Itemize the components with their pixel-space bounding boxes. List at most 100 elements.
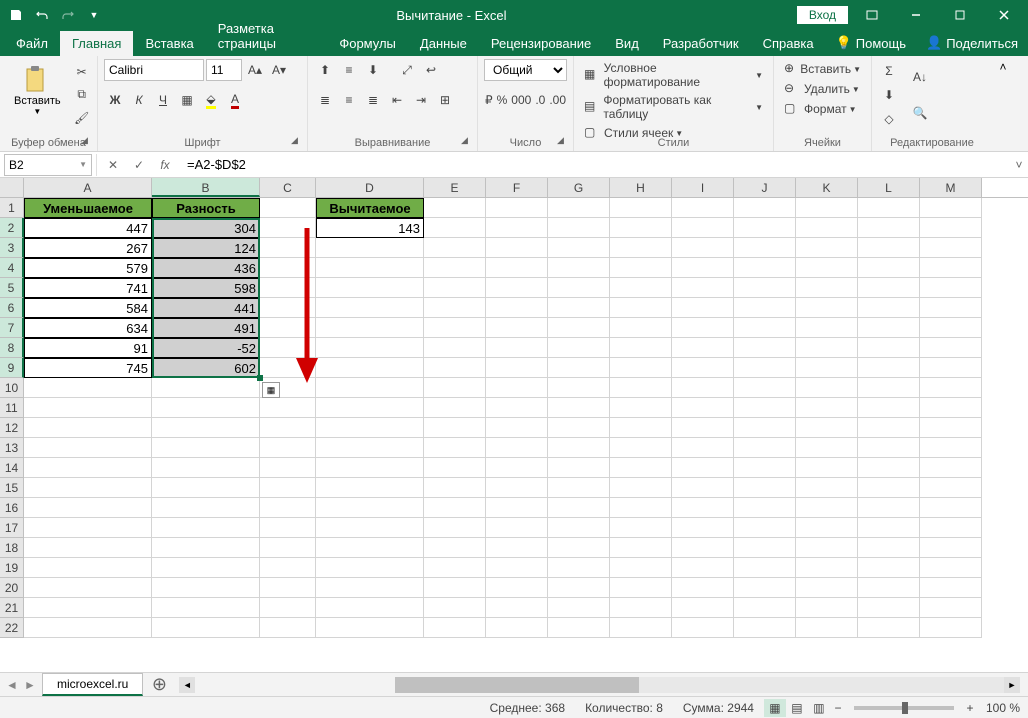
row-header-9[interactable]: 9: [0, 358, 24, 378]
cell-H20[interactable]: [610, 578, 672, 598]
comma-icon[interactable]: 000: [510, 89, 532, 111]
cell-H16[interactable]: [610, 498, 672, 518]
share-button[interactable]: 👤Поделиться: [916, 30, 1028, 56]
cell-H8[interactable]: [610, 338, 672, 358]
cell-G11[interactable]: [548, 398, 610, 418]
tell-me[interactable]: 💡Помощь: [826, 30, 916, 56]
cell-F18[interactable]: [486, 538, 548, 558]
tab-view[interactable]: Вид: [603, 31, 651, 56]
cell-C4[interactable]: [260, 258, 316, 278]
cell-E4[interactable]: [424, 258, 486, 278]
cell-F22[interactable]: [486, 618, 548, 638]
align-center-icon[interactable]: ≡: [338, 89, 360, 111]
cell-B2[interactable]: 304: [152, 218, 260, 238]
merge-icon[interactable]: ⊞: [434, 89, 456, 111]
cell-I13[interactable]: [672, 438, 734, 458]
cell-D18[interactable]: [316, 538, 424, 558]
tab-insert[interactable]: Вставка: [133, 31, 205, 56]
zoom-level[interactable]: 100 %: [986, 701, 1020, 715]
cell-D10[interactable]: [316, 378, 424, 398]
row-header-5[interactable]: 5: [0, 278, 24, 298]
cell-I9[interactable]: [672, 358, 734, 378]
cell-G10[interactable]: [548, 378, 610, 398]
cell-I12[interactable]: [672, 418, 734, 438]
login-button[interactable]: Вход: [797, 6, 848, 24]
cell-J5[interactable]: [734, 278, 796, 298]
cell-H17[interactable]: [610, 518, 672, 538]
cell-J1[interactable]: [734, 198, 796, 218]
zoom-in-button[interactable]: +: [962, 701, 978, 715]
cell-D15[interactable]: [316, 478, 424, 498]
col-header-G[interactable]: G: [548, 178, 610, 197]
cell-K6[interactable]: [796, 298, 858, 318]
cell-I21[interactable]: [672, 598, 734, 618]
fill-handle[interactable]: [257, 375, 263, 381]
format-as-table-button[interactable]: ▤Форматировать как таблицу▼: [580, 91, 767, 123]
cell-A3[interactable]: 267: [24, 238, 152, 258]
select-all-button[interactable]: [0, 178, 24, 197]
row-header-18[interactable]: 18: [0, 538, 24, 558]
cell-C12[interactable]: [260, 418, 316, 438]
cell-B10[interactable]: [152, 378, 260, 398]
autosum-icon[interactable]: Σ: [878, 60, 900, 82]
cell-A22[interactable]: [24, 618, 152, 638]
cell-K8[interactable]: [796, 338, 858, 358]
cell-G1[interactable]: [548, 198, 610, 218]
cell-L8[interactable]: [858, 338, 920, 358]
cell-M4[interactable]: [920, 258, 982, 278]
tab-layout[interactable]: Разметка страницы: [206, 16, 328, 56]
cell-L5[interactable]: [858, 278, 920, 298]
zoom-slider-thumb[interactable]: [902, 702, 908, 714]
cell-G19[interactable]: [548, 558, 610, 578]
cell-J21[interactable]: [734, 598, 796, 618]
cell-G17[interactable]: [548, 518, 610, 538]
cell-L22[interactable]: [858, 618, 920, 638]
row-header-7[interactable]: 7: [0, 318, 24, 338]
align-left-icon[interactable]: ≣: [314, 89, 336, 111]
cell-I5[interactable]: [672, 278, 734, 298]
row-header-21[interactable]: 21: [0, 598, 24, 618]
cell-A6[interactable]: 584: [24, 298, 152, 318]
cell-E7[interactable]: [424, 318, 486, 338]
cell-M10[interactable]: [920, 378, 982, 398]
cell-K7[interactable]: [796, 318, 858, 338]
cell-E10[interactable]: [424, 378, 486, 398]
cell-K19[interactable]: [796, 558, 858, 578]
cell-G20[interactable]: [548, 578, 610, 598]
cell-L11[interactable]: [858, 398, 920, 418]
cell-D5[interactable]: [316, 278, 424, 298]
cell-D22[interactable]: [316, 618, 424, 638]
row-header-20[interactable]: 20: [0, 578, 24, 598]
cell-L20[interactable]: [858, 578, 920, 598]
row-header-2[interactable]: 2: [0, 218, 24, 238]
cell-L15[interactable]: [858, 478, 920, 498]
cell-J6[interactable]: [734, 298, 796, 318]
cell-L2[interactable]: [858, 218, 920, 238]
cell-I14[interactable]: [672, 458, 734, 478]
cell-J4[interactable]: [734, 258, 796, 278]
cell-A17[interactable]: [24, 518, 152, 538]
redo-icon[interactable]: [56, 3, 80, 27]
fx-icon[interactable]: fx: [153, 154, 177, 176]
cell-D11[interactable]: [316, 398, 424, 418]
cell-G3[interactable]: [548, 238, 610, 258]
cell-I19[interactable]: [672, 558, 734, 578]
cell-F13[interactable]: [486, 438, 548, 458]
cell-H4[interactable]: [610, 258, 672, 278]
cell-E18[interactable]: [424, 538, 486, 558]
cell-B19[interactable]: [152, 558, 260, 578]
borders-icon[interactable]: ▦: [176, 89, 198, 111]
cell-K22[interactable]: [796, 618, 858, 638]
row-header-6[interactable]: 6: [0, 298, 24, 318]
cell-K18[interactable]: [796, 538, 858, 558]
clear-icon[interactable]: ◇: [878, 108, 900, 130]
cell-K21[interactable]: [796, 598, 858, 618]
cell-G2[interactable]: [548, 218, 610, 238]
cell-E19[interactable]: [424, 558, 486, 578]
cell-I15[interactable]: [672, 478, 734, 498]
cell-C15[interactable]: [260, 478, 316, 498]
cell-C1[interactable]: [260, 198, 316, 218]
cell-D14[interactable]: [316, 458, 424, 478]
hscroll-left-icon[interactable]: ◄: [179, 677, 195, 693]
align-bottom-icon[interactable]: ⬇: [362, 59, 384, 81]
